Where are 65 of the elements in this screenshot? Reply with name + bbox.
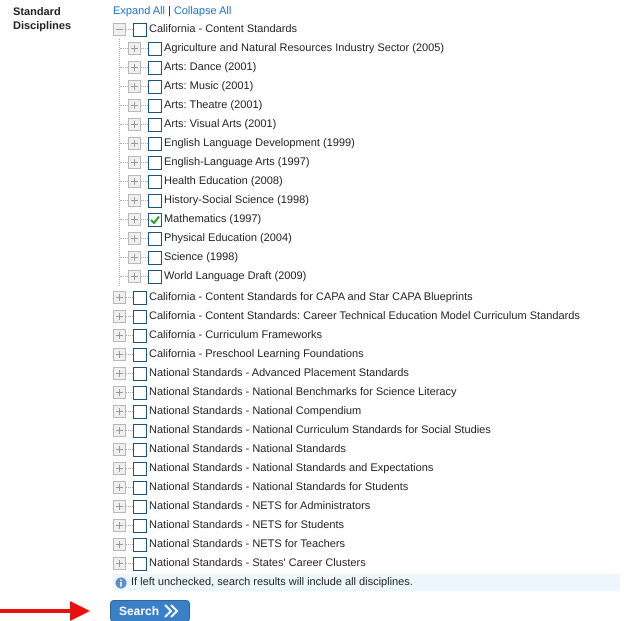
checkbox[interactable]: [148, 80, 162, 94]
checkbox[interactable]: [148, 232, 162, 246]
checkbox[interactable]: [133, 480, 147, 494]
checkbox[interactable]: [133, 328, 147, 342]
checkbox[interactable]: [133, 556, 147, 570]
tree-item-label[interactable]: National Standards - NETS for Students: [149, 517, 344, 534]
checkbox[interactable]: [133, 442, 147, 456]
link-separator: |: [168, 4, 171, 19]
tree-item-label[interactable]: Arts: Theatre (2001): [164, 97, 262, 114]
checkbox[interactable]: [133, 500, 147, 514]
checkbox[interactable]: [133, 386, 147, 400]
search-button[interactable]: Search: [110, 600, 190, 621]
field-label: Standard Disciplines: [13, 5, 72, 33]
tree-item-label[interactable]: National Standards - NETS for Administrators: [149, 498, 370, 515]
tree-item-label[interactable]: California - Curriculum Frameworks: [149, 327, 322, 344]
checkbox[interactable]: [148, 270, 162, 284]
checkbox[interactable]: [148, 174, 162, 188]
tree-item-label[interactable]: National Standards - National Standards for Students: [149, 479, 408, 496]
tree-item-label[interactable]: National Standards - NETS for Teachers: [149, 536, 346, 553]
tree-item-label[interactable]: National Standards - National Benchmarks for Science Literacy: [149, 384, 457, 401]
checkbox[interactable]: [133, 348, 147, 362]
checkbox[interactable]: [133, 424, 147, 438]
tree-item-label[interactable]: National Standards - National Standards: [149, 441, 346, 458]
checkbox[interactable]: [148, 194, 162, 208]
tree-item-label[interactable]: National Standards - National Compendium: [149, 403, 362, 420]
tree-item-label[interactable]: World Language Draft (2009): [164, 268, 306, 285]
tree-item-label[interactable]: California - Preschool Learning Foundations: [149, 346, 364, 363]
checkbox[interactable]: [148, 60, 162, 74]
checkbox[interactable]: [133, 462, 147, 476]
checkbox[interactable]: [133, 366, 147, 380]
tree-item-label[interactable]: Science (1998): [164, 249, 238, 266]
checkbox[interactable]: [148, 136, 162, 150]
tree-item-label[interactable]: California - Content Standards for CAPA and Star CAPA Blueprints: [149, 289, 473, 306]
tree-item-label[interactable]: Arts: Visual Arts (2001): [164, 116, 276, 133]
checkbox[interactable]: [133, 310, 147, 324]
tree-item-label[interactable]: Arts: Dance (2001): [164, 59, 256, 76]
checkbox[interactable]: [133, 404, 147, 418]
tree-item-label[interactable]: California - Content Standards: Career Technical Education Model Curriculum Standards: [149, 308, 580, 325]
checkbox[interactable]: [133, 22, 147, 36]
tree-item-label[interactable]: English Language Development (1999): [164, 135, 355, 152]
checkbox[interactable]: [148, 212, 162, 226]
tree-link[interactable]: Expand All: [113, 2, 165, 20]
checkbox[interactable]: [148, 250, 162, 264]
tree-item-label[interactable]: Arts: Music (2001): [164, 78, 254, 95]
tree-item-label[interactable]: Physical Education (2004): [164, 230, 292, 247]
checkbox[interactable]: [133, 290, 147, 304]
tree-item-label[interactable]: Mathematics (1997): [164, 211, 262, 228]
tree-item-label[interactable]: National Standards - National Curriculum Standards for Social Studies: [149, 422, 491, 439]
info-note: If left unchecked, search results will include all disciplines.: [131, 575, 413, 590]
tree-item-label[interactable]: National Standards - Advanced Placement Standards: [149, 365, 409, 382]
tree-link[interactable]: Collapse All: [174, 2, 232, 20]
tree-item-label[interactable]: California - Content Standards: [149, 21, 297, 38]
checkbox[interactable]: [148, 42, 162, 56]
tree-item-label[interactable]: National Standards - States' Career Clusters: [149, 555, 366, 572]
checkbox[interactable]: [148, 156, 162, 170]
checkbox[interactable]: [133, 518, 147, 532]
checkbox[interactable]: [148, 118, 162, 132]
tree-item-label[interactable]: English-Language Arts (1997): [164, 154, 310, 171]
tree-item-label[interactable]: National Standards - National Standards and Expectations: [149, 460, 434, 477]
checkbox[interactable]: [148, 98, 162, 112]
tree-item-label[interactable]: Health Education (2008): [164, 173, 283, 190]
checkbox[interactable]: [133, 538, 147, 552]
info-icon: [115, 576, 127, 588]
tree-item-label[interactable]: Agriculture and Natural Resources Industry Sector (2005): [164, 40, 444, 57]
tree-item-label[interactable]: History-Social Science (1998): [164, 192, 309, 209]
